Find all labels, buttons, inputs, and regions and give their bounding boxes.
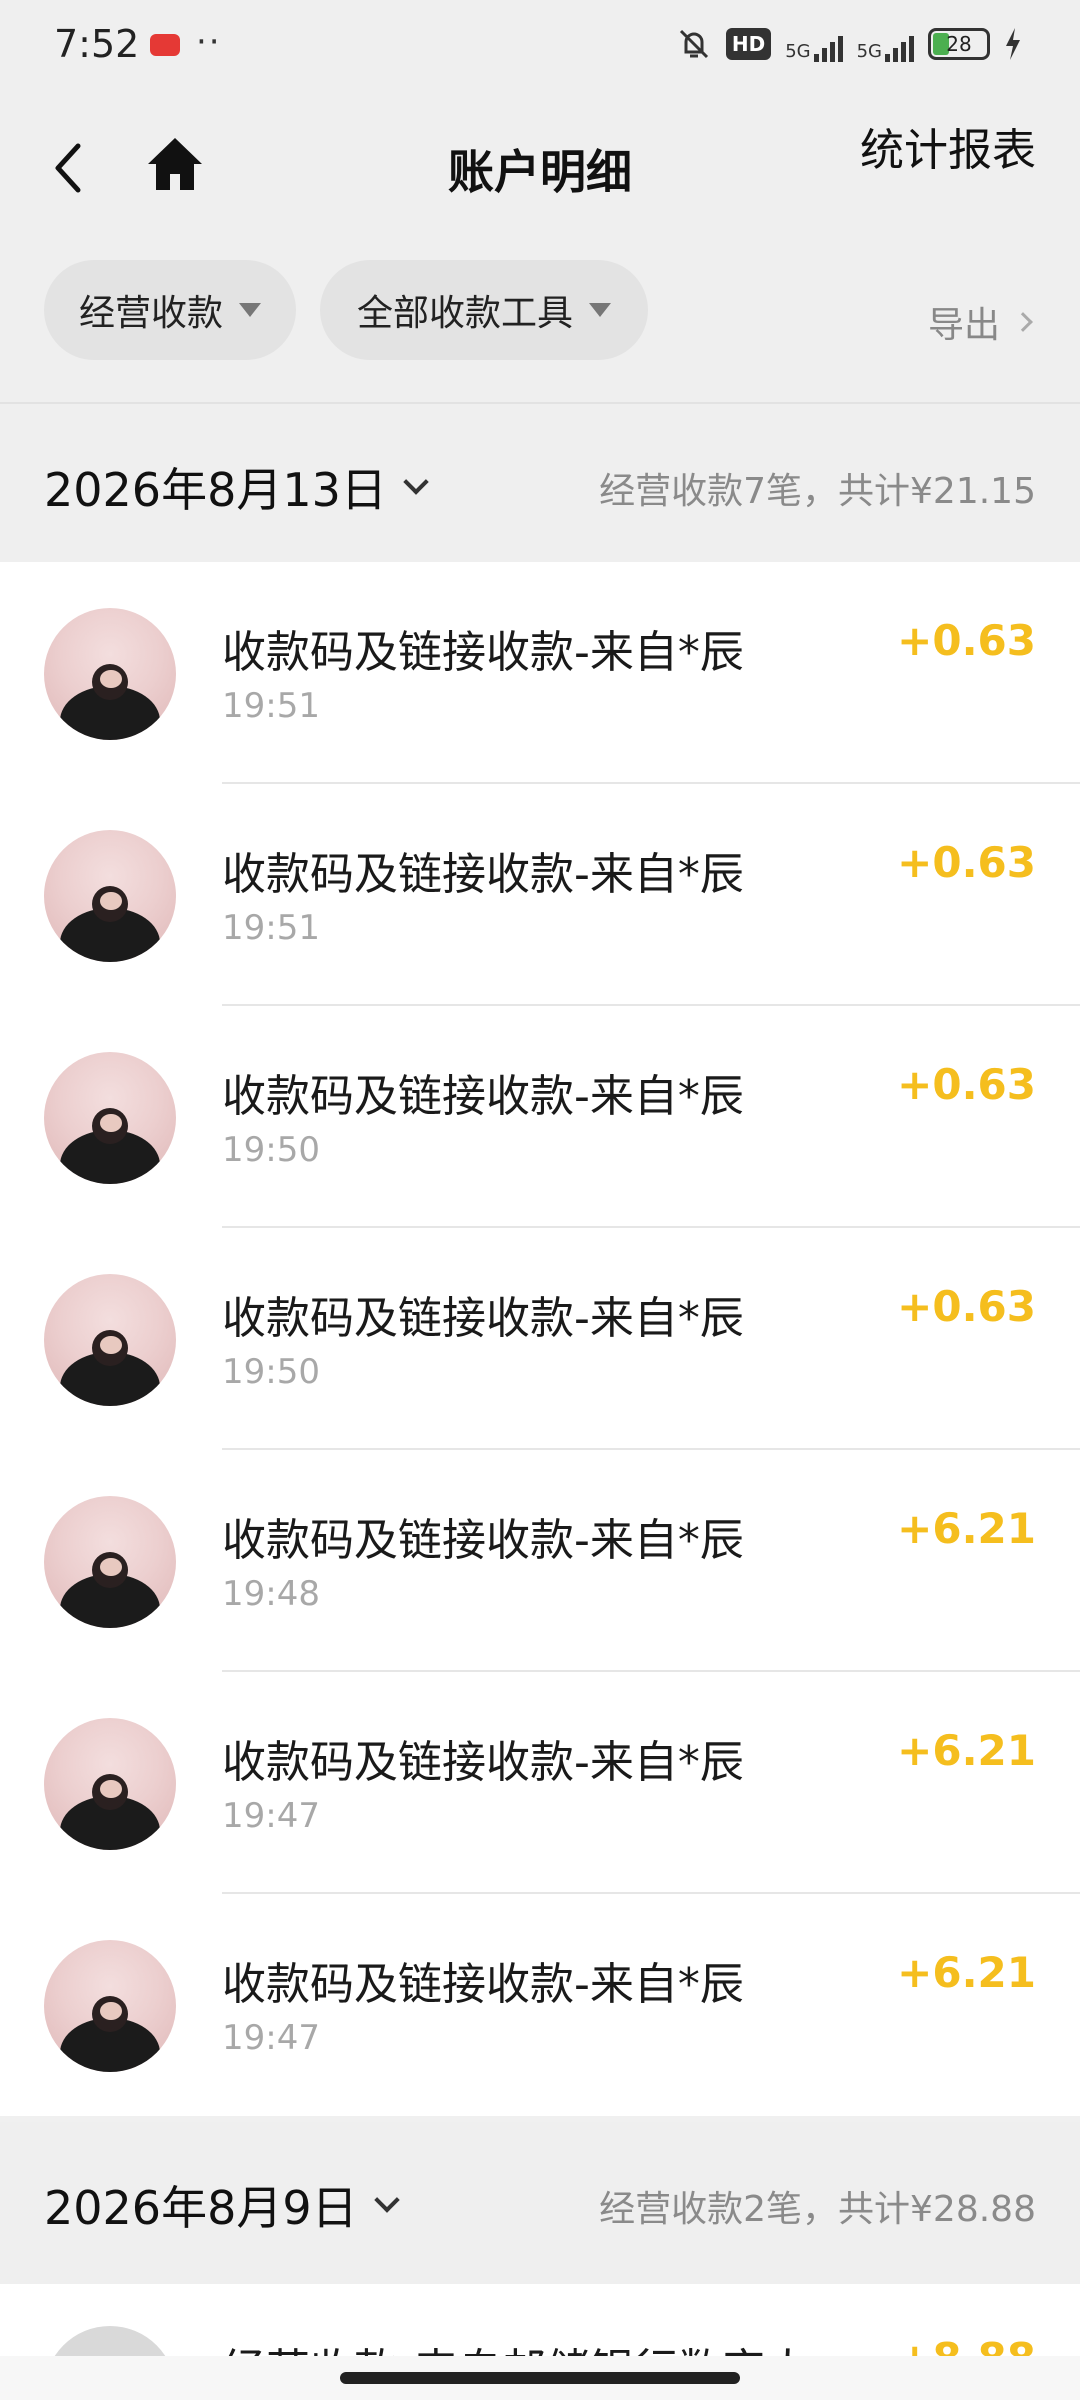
nav-bar: 账户明细 统计报表 — [0, 96, 1080, 236]
transaction-amount: +0.63 — [897, 838, 1036, 887]
mute-bell-icon — [679, 29, 708, 59]
export-button[interactable]: 导出 — [927, 296, 1033, 348]
filter-bar: 经营收款 全部收款工具 导出 — [0, 236, 1080, 402]
transaction-amount: +6.21 — [897, 1504, 1036, 1553]
transaction-row[interactable]: 收款码及链接收款-来自*辰 19:50 +0.63 — [0, 1006, 1080, 1228]
transaction-title: 收款码及链接收款-来自*辰 — [222, 627, 744, 678]
avatar — [44, 608, 176, 740]
signal-bars-icon — [813, 36, 843, 62]
payment-tool-filter[interactable]: 全部收款工具 — [320, 260, 648, 360]
notification-app-icon — [150, 34, 180, 56]
avatar — [44, 1052, 176, 1184]
status-right: HD 5G 5G 28 — [676, 26, 1022, 62]
date-group-header[interactable]: 2026年8月9日 经营收款2笔，共计¥28.88 — [0, 2122, 1080, 2284]
transaction-time: 19:48 — [222, 1574, 320, 1614]
avatar — [44, 1496, 176, 1628]
transaction-row[interactable]: 经营收款-来自邮储银行数字人 +8.88 — [0, 2284, 1080, 2356]
transaction-amount: +8.88 — [897, 2334, 1036, 2356]
status-bar: 7:52 ·· HD 5G 5G 28 — [0, 0, 1080, 96]
signal-1: 5G — [785, 26, 843, 62]
transaction-list: 收款码及链接收款-来自*辰 19:51 +0.63 收款码及链接收款-来自*辰 … — [0, 562, 1080, 2116]
dropdown-triangle-icon — [589, 303, 611, 317]
transaction-amount: +0.63 — [897, 1060, 1036, 1109]
battery-icon: 28 — [928, 28, 990, 60]
statistics-report-button[interactable]: 统计报表 — [860, 114, 1036, 178]
business-receipt-filter[interactable]: 经营收款 — [44, 260, 296, 360]
date-group-header[interactable]: 2026年8月13日 经营收款7笔，共计¥21.15 — [0, 404, 1080, 562]
avatar — [44, 2326, 176, 2356]
dropdown-triangle-icon — [239, 303, 261, 317]
filter-label: 全部收款工具 — [356, 293, 573, 334]
filter-label: 经营收款 — [78, 293, 223, 334]
transaction-title: 收款码及链接收款-来自*辰 — [222, 1737, 744, 1788]
group-date: 2026年8月9日 — [44, 2181, 358, 2235]
group-summary: 经营收款2笔，共计¥28.88 — [599, 2189, 1036, 2230]
signal-2: 5G — [857, 26, 914, 62]
transaction-amount: +6.21 — [897, 1726, 1036, 1775]
transaction-row[interactable]: 收款码及链接收款-来自*辰 19:51 +0.63 — [0, 784, 1080, 1006]
group-summary: 经营收款7笔，共计¥21.15 — [599, 471, 1036, 512]
avatar — [44, 1718, 176, 1850]
transaction-title: 收款码及链接收款-来自*辰 — [222, 1293, 744, 1344]
transaction-time: 19:51 — [222, 908, 320, 948]
transaction-row[interactable]: 收款码及链接收款-来自*辰 19:48 +6.21 — [0, 1450, 1080, 1672]
transaction-row[interactable]: 收款码及链接收款-来自*辰 19:47 +6.21 — [0, 1894, 1080, 2116]
status-time: 7:52 — [54, 22, 140, 66]
transaction-amount: +0.63 — [897, 616, 1036, 665]
group-date: 2026年8月13日 — [44, 463, 387, 517]
transaction-title: 经营收款-来自邮储银行数字人 — [222, 2334, 810, 2356]
transaction-time: 19:47 — [222, 2018, 320, 2058]
transaction-row[interactable]: 收款码及链接收款-来自*辰 19:47 +6.21 — [0, 1672, 1080, 1894]
signal-bars-icon — [885, 36, 914, 62]
hd-badge: HD — [725, 28, 772, 60]
transaction-title: 收款码及链接收款-来自*辰 — [222, 1515, 744, 1566]
chevron-down-icon — [403, 469, 429, 495]
transaction-title: 收款码及链接收款-来自*辰 — [222, 849, 744, 900]
transaction-row[interactable]: 收款码及链接收款-来自*辰 19:51 +0.63 — [0, 562, 1080, 784]
transaction-title: 收款码及链接收款-来自*辰 — [222, 1071, 744, 1122]
home-indicator[interactable] — [340, 2372, 740, 2384]
transaction-title: 收款码及链接收款-来自*辰 — [222, 1959, 744, 2010]
network-type-2: 5G — [856, 41, 882, 62]
transaction-time: 19:51 — [222, 686, 320, 726]
avatar — [44, 830, 176, 962]
export-label: 导出 — [927, 305, 1000, 346]
transaction-time: 19:50 — [222, 1130, 320, 1170]
transaction-amount: +0.63 — [897, 1282, 1036, 1331]
chevron-right-icon — [1013, 312, 1033, 332]
transaction-row[interactable]: 收款码及链接收款-来自*辰 19:50 +0.63 — [0, 1228, 1080, 1450]
network-type-1: 5G — [785, 41, 811, 62]
chevron-down-icon — [373, 2187, 400, 2213]
gesture-bar — [0, 2356, 1080, 2400]
transaction-time: 19:50 — [222, 1352, 320, 1392]
status-dots: ·· — [196, 22, 222, 62]
transaction-amount: +6.21 — [897, 1948, 1036, 1997]
battery-level: 28 — [946, 32, 972, 56]
transaction-time: 19:47 — [222, 1796, 320, 1836]
charging-bolt-icon — [1006, 28, 1020, 60]
avatar — [44, 1274, 176, 1406]
avatar — [44, 1940, 176, 2072]
